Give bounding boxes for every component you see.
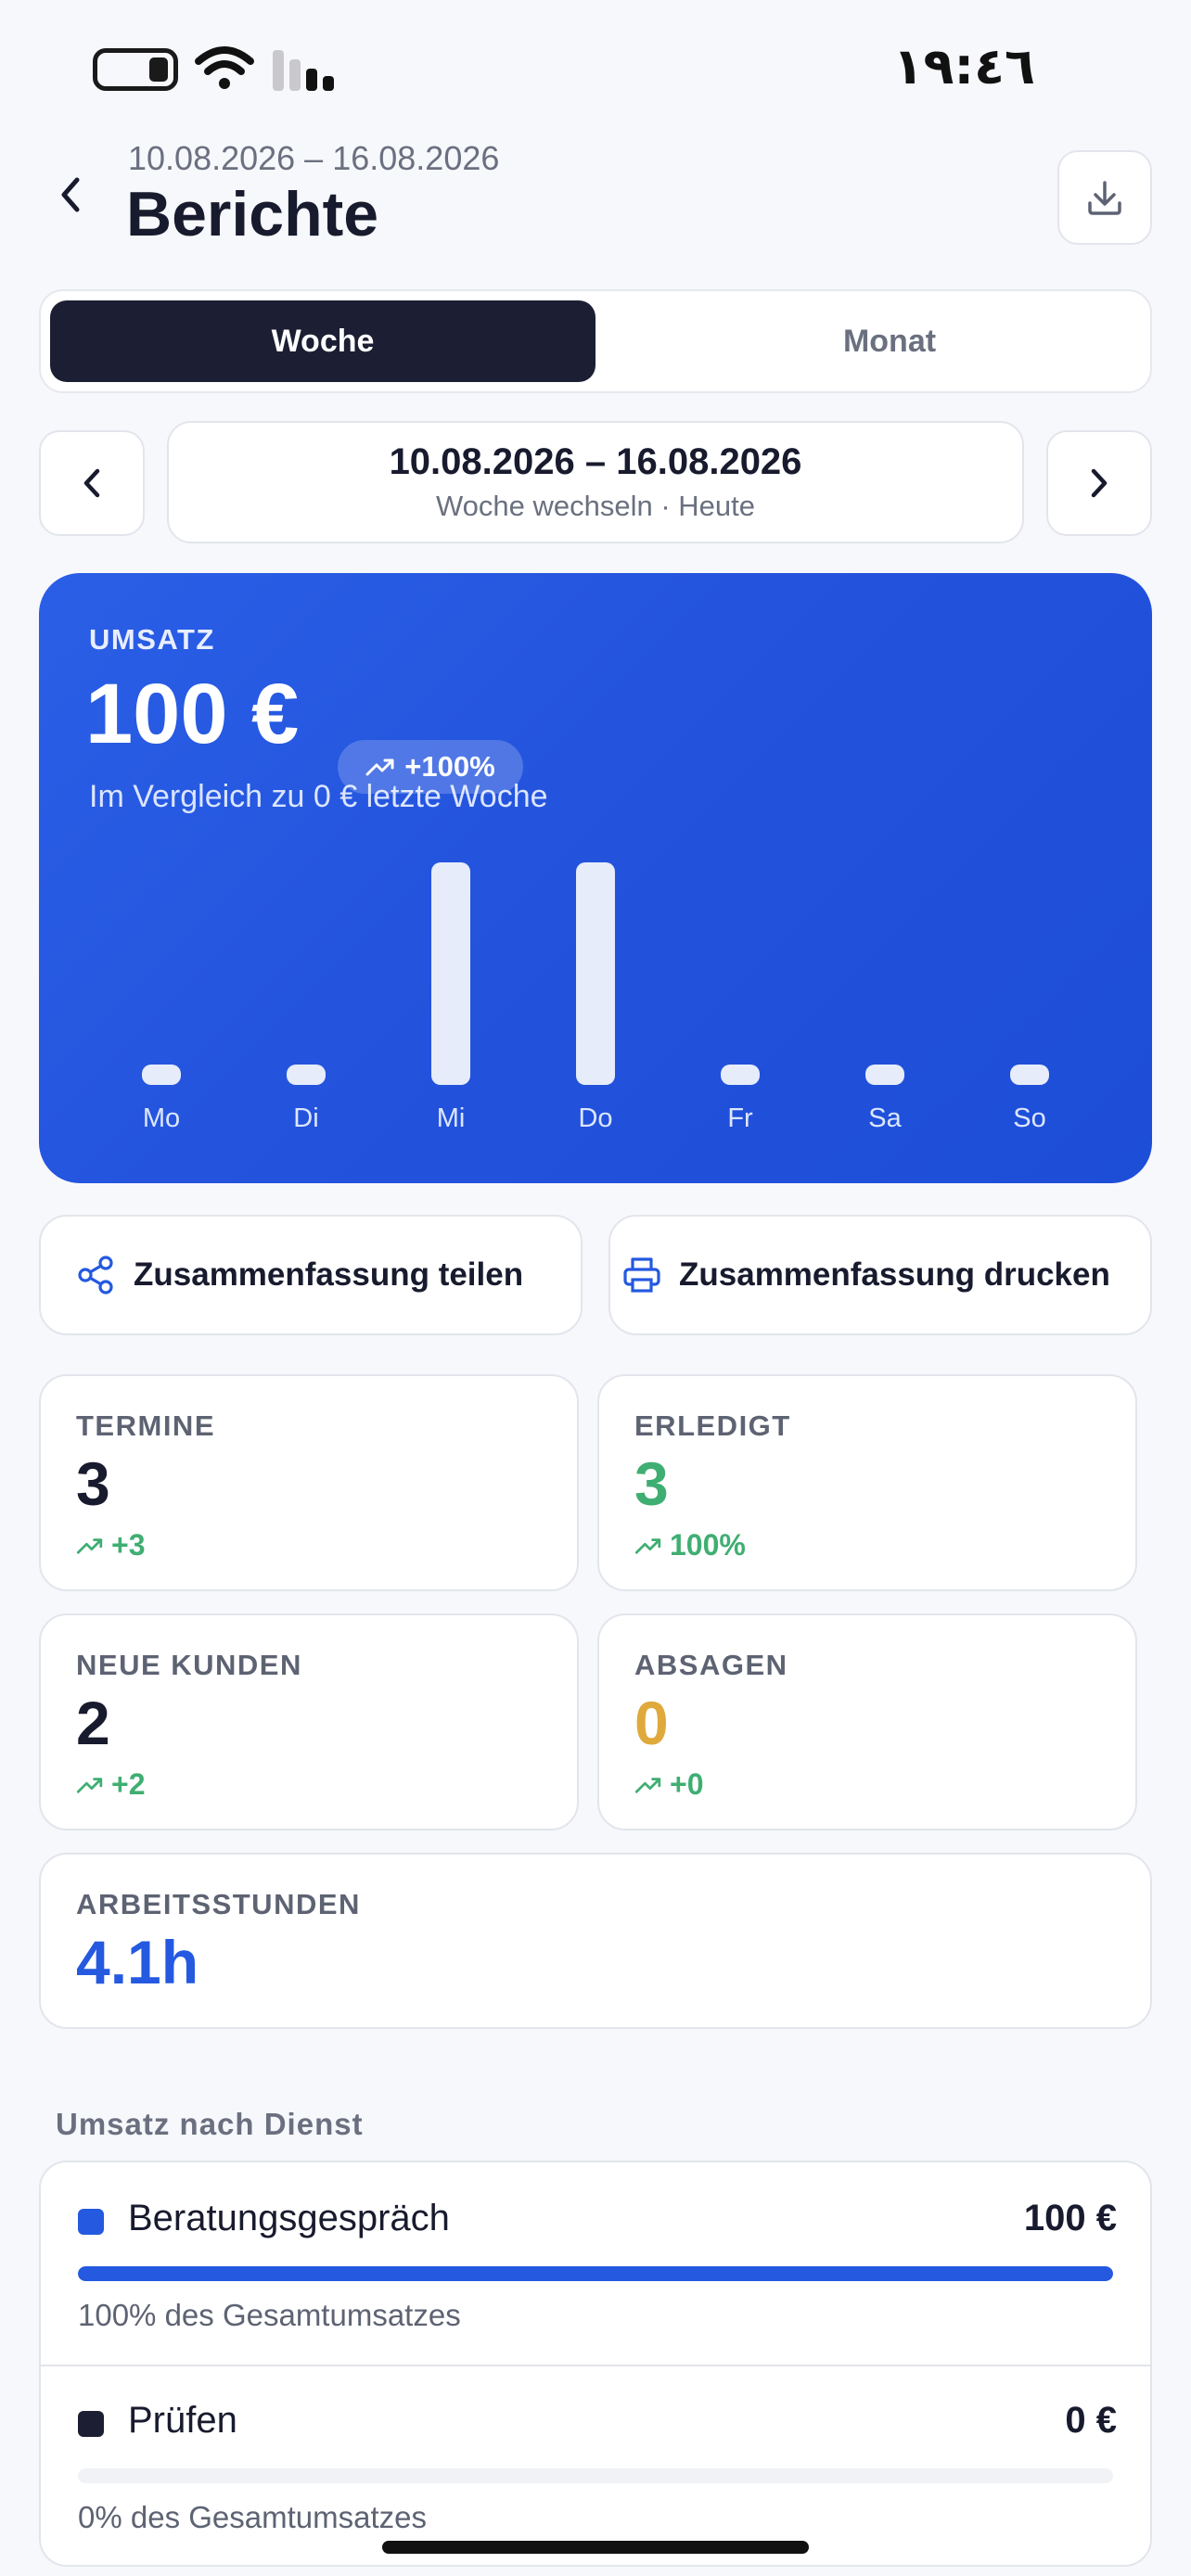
download-button[interactable] bbox=[1057, 150, 1152, 245]
printer-icon bbox=[623, 1257, 660, 1293]
stat-delta: +0 bbox=[634, 1767, 703, 1802]
trend-up-icon bbox=[634, 1537, 661, 1554]
share-summary-label: Zusammenfassung teilen bbox=[134, 1256, 524, 1293]
stat-label: ARBEITSSTUNDEN bbox=[76, 1888, 361, 1920]
service-share-fill bbox=[78, 2266, 1113, 2281]
signal-icon bbox=[271, 48, 336, 91]
back-button[interactable] bbox=[46, 167, 95, 223]
section-title: Umsatz nach Dienst bbox=[56, 2107, 364, 2141]
week-range: 10.08.2026 – 16.08.2026 bbox=[389, 441, 802, 482]
home-indicator bbox=[382, 2541, 809, 2554]
revenue-bar bbox=[142, 1065, 181, 1085]
trend-up-icon bbox=[76, 1777, 103, 1793]
revenue-bar-label: So bbox=[1013, 1103, 1046, 1133]
stat-delta-value: +0 bbox=[670, 1767, 704, 1801]
previous-week-button[interactable] bbox=[39, 430, 145, 536]
stat-card-work-hours: ARBEITSSTUNDEN 4.1h bbox=[39, 1853, 1152, 2029]
battery-icon bbox=[93, 48, 178, 91]
stat-delta: +2 bbox=[76, 1767, 145, 1802]
revenue-card: UMSATZ 100 € Im Vergleich zu 0 € letzte … bbox=[39, 573, 1152, 1183]
chevron-right-icon bbox=[1091, 468, 1108, 498]
service-revenue-list: Beratungsgespräch 100 € 100% des Gesamtu… bbox=[39, 2161, 1152, 2567]
service-color-dot bbox=[78, 2411, 104, 2437]
period-toggle: Woche Monat bbox=[39, 289, 1152, 393]
stat-label: ERLEDIGT bbox=[634, 1409, 791, 1442]
stat-label: ABSAGEN bbox=[634, 1649, 788, 1681]
service-name: Beratungsgespräch bbox=[128, 2198, 450, 2238]
revenue-bar-label: Di bbox=[293, 1103, 319, 1133]
status-bar: ١٩:٤٦ bbox=[0, 0, 1191, 130]
revenue-bar bbox=[287, 1065, 326, 1085]
stat-card-completed: ERLEDIGT 3 100% bbox=[597, 1374, 1137, 1591]
stat-label: TERMINE bbox=[76, 1409, 215, 1442]
trend-up-icon bbox=[76, 1537, 103, 1554]
stat-value: 3 bbox=[634, 1449, 669, 1518]
stat-delta-value: +2 bbox=[111, 1767, 146, 1801]
revenue-bar-label: Fr bbox=[727, 1103, 753, 1133]
stat-value: 4.1h bbox=[76, 1928, 199, 1996]
stat-card-new-customers: NEUE KUNDEN 2 +2 bbox=[39, 1613, 579, 1830]
chevron-left-icon bbox=[61, 177, 80, 212]
trend-up-icon bbox=[634, 1777, 661, 1793]
revenue-bar-label: Do bbox=[578, 1103, 613, 1133]
service-share-bar bbox=[78, 2266, 1113, 2281]
service-name: Prüfen bbox=[128, 2400, 237, 2441]
stat-delta-value: +3 bbox=[111, 1528, 146, 1562]
service-share-bar bbox=[78, 2468, 1113, 2483]
week-picker-hint: Woche wechseln · Heute bbox=[435, 490, 756, 522]
print-summary-label: Zusammenfassung drucken bbox=[679, 1256, 1110, 1293]
tab-week[interactable]: Woche bbox=[50, 300, 596, 382]
revenue-bar bbox=[1010, 1065, 1049, 1085]
next-week-button[interactable] bbox=[1046, 430, 1152, 536]
tab-month[interactable]: Monat bbox=[634, 300, 1145, 382]
stat-delta: +3 bbox=[76, 1528, 145, 1562]
share-icon bbox=[78, 1256, 113, 1294]
stat-card-cancellations: ABSAGEN 0 +0 bbox=[597, 1613, 1137, 1830]
service-row[interactable]: Prüfen 0 € 0% des Gesamtumsatzes bbox=[41, 2365, 1150, 2565]
revenue-bar-chart: Mo Di Mi Do Fr Sa So bbox=[39, 573, 1152, 1183]
revenue-bar bbox=[721, 1065, 760, 1085]
revenue-bar bbox=[431, 862, 470, 1085]
service-amount: 100 € bbox=[1023, 2198, 1117, 2238]
stat-card-appointments: TERMINE 3 +3 bbox=[39, 1374, 579, 1591]
print-summary-button[interactable]: Zusammenfassung drucken bbox=[608, 1215, 1152, 1335]
stat-value: 2 bbox=[76, 1689, 110, 1757]
page-title: Berichte bbox=[126, 179, 379, 249]
download-icon bbox=[1088, 181, 1121, 215]
revenue-bar-label: Mo bbox=[142, 1103, 181, 1133]
status-time: ١٩:٤٦ bbox=[892, 37, 1035, 96]
stat-value: 0 bbox=[634, 1689, 669, 1757]
revenue-bar-label: Sa bbox=[868, 1103, 902, 1133]
wifi-icon bbox=[195, 46, 254, 89]
stat-label: NEUE KUNDEN bbox=[76, 1649, 302, 1681]
service-share-text: 100% des Gesamtumsatzes bbox=[78, 2298, 461, 2332]
share-summary-button[interactable]: Zusammenfassung teilen bbox=[39, 1215, 583, 1335]
stat-value: 3 bbox=[76, 1449, 110, 1518]
revenue-bar-label: Mi bbox=[436, 1103, 466, 1133]
stat-delta: 100% bbox=[634, 1528, 746, 1562]
service-row[interactable]: Beratungsgespräch 100 € 100% des Gesamtu… bbox=[41, 2162, 1150, 2363]
stat-delta-value: 100% bbox=[670, 1528, 746, 1562]
revenue-bar bbox=[865, 1065, 904, 1085]
revenue-bar bbox=[576, 862, 615, 1085]
service-share-text: 0% des Gesamtumsatzes bbox=[78, 2500, 427, 2534]
service-color-dot bbox=[78, 2209, 104, 2235]
service-amount: 0 € bbox=[1065, 2400, 1117, 2441]
header-date-range: 10.08.2026 – 16.08.2026 bbox=[128, 139, 500, 177]
chevron-left-icon bbox=[83, 468, 100, 498]
week-picker[interactable]: 10.08.2026 – 16.08.2026 Woche wechseln ·… bbox=[167, 421, 1024, 543]
